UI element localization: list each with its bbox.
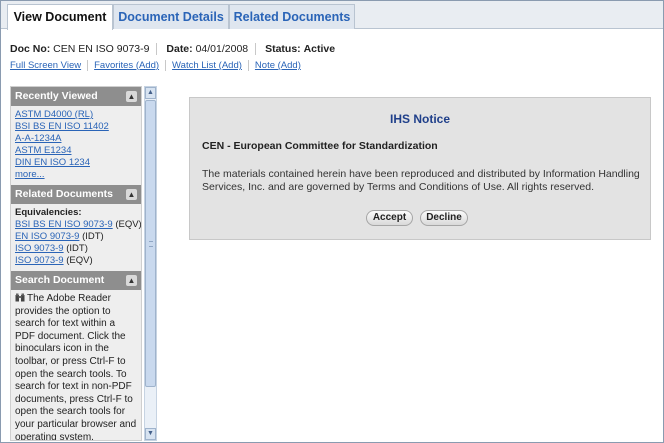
more-link[interactable]: more... [15, 169, 137, 181]
related-item: BSI BS EN ISO 9073-9 (EQV) [15, 219, 141, 231]
doc-status: Status: Active [265, 43, 342, 55]
search-document-help: The Adobe Reader provides the option to … [11, 290, 141, 441]
tab-document-details[interactable]: Document Details [113, 4, 229, 29]
recently-viewed-header[interactable]: Recently Viewed ▲ [11, 87, 141, 106]
app-window: View Document Document Details Related D… [0, 0, 664, 443]
notice-title: IHS Notice [389, 112, 450, 126]
full-screen-view-link[interactable]: Full Screen View [10, 60, 89, 71]
related-item-link[interactable]: ISO 9073-9 [15, 255, 64, 266]
doc-status-value: Active [303, 43, 336, 55]
doc-date-label: Date: [166, 43, 193, 55]
search-document-header[interactable]: Search Document ▲ [11, 271, 141, 290]
doc-status-label: Status: [265, 43, 301, 55]
document-actions: Full Screen View Favorites (Add) Watch Lis… [10, 60, 313, 71]
scroll-thumb[interactable] [145, 100, 156, 387]
doc-number: Doc No: CEN EN ISO 9073-9 [10, 43, 158, 55]
chevron-up-double-icon[interactable]: ▲ [126, 189, 137, 200]
equivalencies-label: Equivalencies: [15, 207, 82, 218]
related-item-tag: (EQV) [115, 219, 142, 230]
arrow-up-icon[interactable]: ▲ [145, 87, 156, 99]
tab-related-documents[interactable]: Related Documents [229, 4, 355, 29]
doc-number-label: Doc No: [10, 43, 51, 55]
notice-subtitle: CEN - European Committee for Standardiza… [202, 140, 438, 152]
recent-item[interactable]: BSI BS EN ISO 11402 [15, 121, 137, 133]
chevron-up-double-icon[interactable]: ▲ [126, 275, 137, 286]
related-item: EN ISO 9073-9 (IDT) [15, 231, 137, 243]
decline-button[interactable]: Decline [420, 210, 468, 226]
favorites-add-link[interactable]: Favorites (Add) [94, 60, 167, 71]
doc-date-value: 04/01/2008 [195, 43, 249, 55]
grip-icon [149, 241, 153, 247]
related-documents-list: Equivalencies: BSI BS EN ISO 9073-9 (EQV… [11, 204, 141, 271]
doc-number-value: CEN EN ISO 9073-9 [53, 43, 150, 55]
recently-viewed-list: ASTM D4000 (RL) BSI BS EN ISO 11402 A-A-… [11, 106, 141, 185]
related-item-tag: (IDT) [82, 231, 104, 242]
tab-view-document[interactable]: View Document [7, 4, 113, 30]
related-documents-header[interactable]: Related Documents ▲ [11, 185, 141, 204]
arrow-down-icon[interactable]: ▼ [145, 428, 156, 440]
related-item-tag: (IDT) [66, 243, 88, 254]
sidebar-scrollbar[interactable]: ▲ ▼ [144, 86, 157, 441]
search-help-text: The Adobe Reader provides the option to … [15, 293, 137, 441]
related-item-link[interactable]: EN ISO 9073-9 [15, 231, 79, 242]
recent-item[interactable]: ASTM D4000 (RL) [15, 109, 137, 121]
recently-viewed-title: Recently Viewed [15, 90, 98, 102]
related-documents-title: Related Documents [15, 188, 114, 200]
recent-item[interactable]: ASTM E1234 [15, 145, 137, 157]
doc-date: Date: 04/01/2008 [166, 43, 257, 55]
related-item: ISO 9073-9 (IDT) [15, 243, 137, 255]
related-item-link[interactable]: BSI BS EN ISO 9073-9 [15, 219, 113, 230]
search-document-title: Search Document [15, 274, 105, 286]
recent-item[interactable]: A-A-1234A [15, 133, 137, 145]
related-item: ISO 9073-9 (EQV) [15, 255, 137, 267]
sidebar: Recently Viewed ▲ ASTM D4000 (RL) BSI BS… [10, 86, 142, 441]
tab-bar: View Document Document Details Related D… [1, 1, 663, 30]
recent-item[interactable]: DIN EN ISO 1234 [15, 157, 137, 169]
ihs-notice-box: IHS Notice CEN - European Committee for … [189, 97, 651, 240]
chevron-up-double-icon[interactable]: ▲ [126, 91, 137, 102]
note-add-link[interactable]: Note (Add) [255, 60, 307, 71]
related-item-tag: (EQV) [66, 255, 93, 266]
document-info-bar: Doc No: CEN EN ISO 9073-9 Date: 04/01/20… [10, 43, 348, 55]
notice-text: The materials contained herein have been… [202, 168, 640, 193]
accept-button[interactable]: Accept [366, 210, 413, 226]
watch-list-add-link[interactable]: Watch List (Add) [172, 60, 249, 71]
related-item-link[interactable]: ISO 9073-9 [15, 243, 64, 254]
binoculars-icon [15, 293, 25, 302]
